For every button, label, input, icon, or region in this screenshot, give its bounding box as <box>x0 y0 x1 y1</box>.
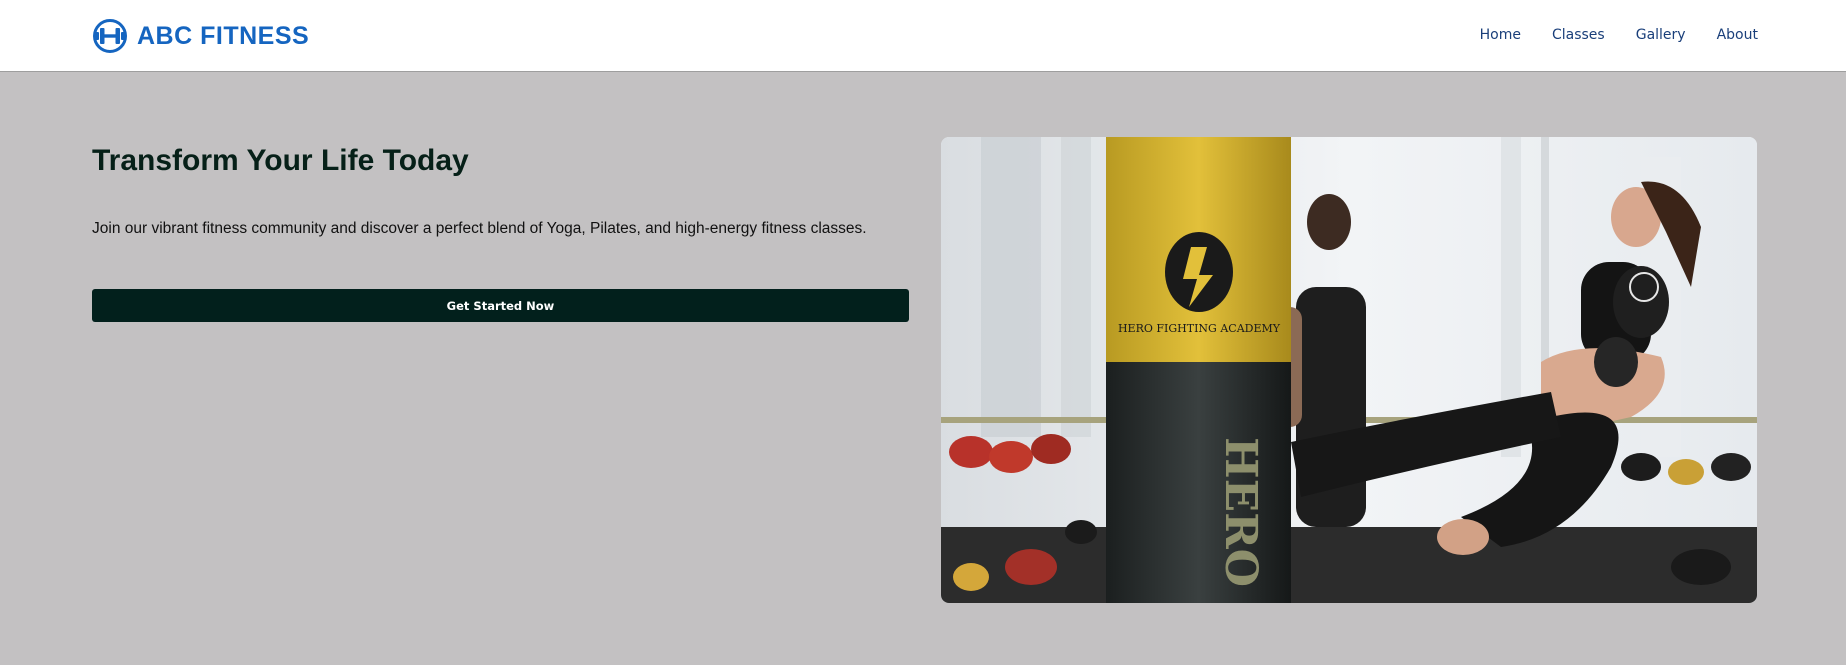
nav-gallery[interactable]: Gallery <box>1636 25 1686 45</box>
nav-classes[interactable]: Classes <box>1552 25 1605 45</box>
nav-home[interactable]: Home <box>1480 25 1521 45</box>
hero-title: Transform Your Life Today <box>92 144 469 177</box>
bag-brand-text: HERO FIGHTING ACADEMY <box>1118 322 1281 335</box>
brand-name: ABC FITNESS <box>137 22 310 50</box>
top-navbar: ABC FITNESS Home Classes Gallery About <box>0 0 1846 72</box>
brand-logo-link[interactable]: ABC FITNESS <box>92 18 309 54</box>
main-nav: Home Classes Gallery About <box>1449 25 1758 45</box>
hero-description: Join our vibrant fitness community and d… <box>92 220 867 237</box>
dumbbell-icon <box>93 19 127 53</box>
kickboxing-photo: HERO FIGHTING ACADEMY HERO FIG <box>941 137 1757 603</box>
bag-vertical-text: HERO FIG <box>1215 437 1266 603</box>
get-started-button[interactable]: Get Started Now <box>92 289 909 322</box>
hero-image: HERO FIGHTING ACADEMY HERO FIG <box>941 137 1757 603</box>
nav-about[interactable]: About <box>1717 25 1758 45</box>
